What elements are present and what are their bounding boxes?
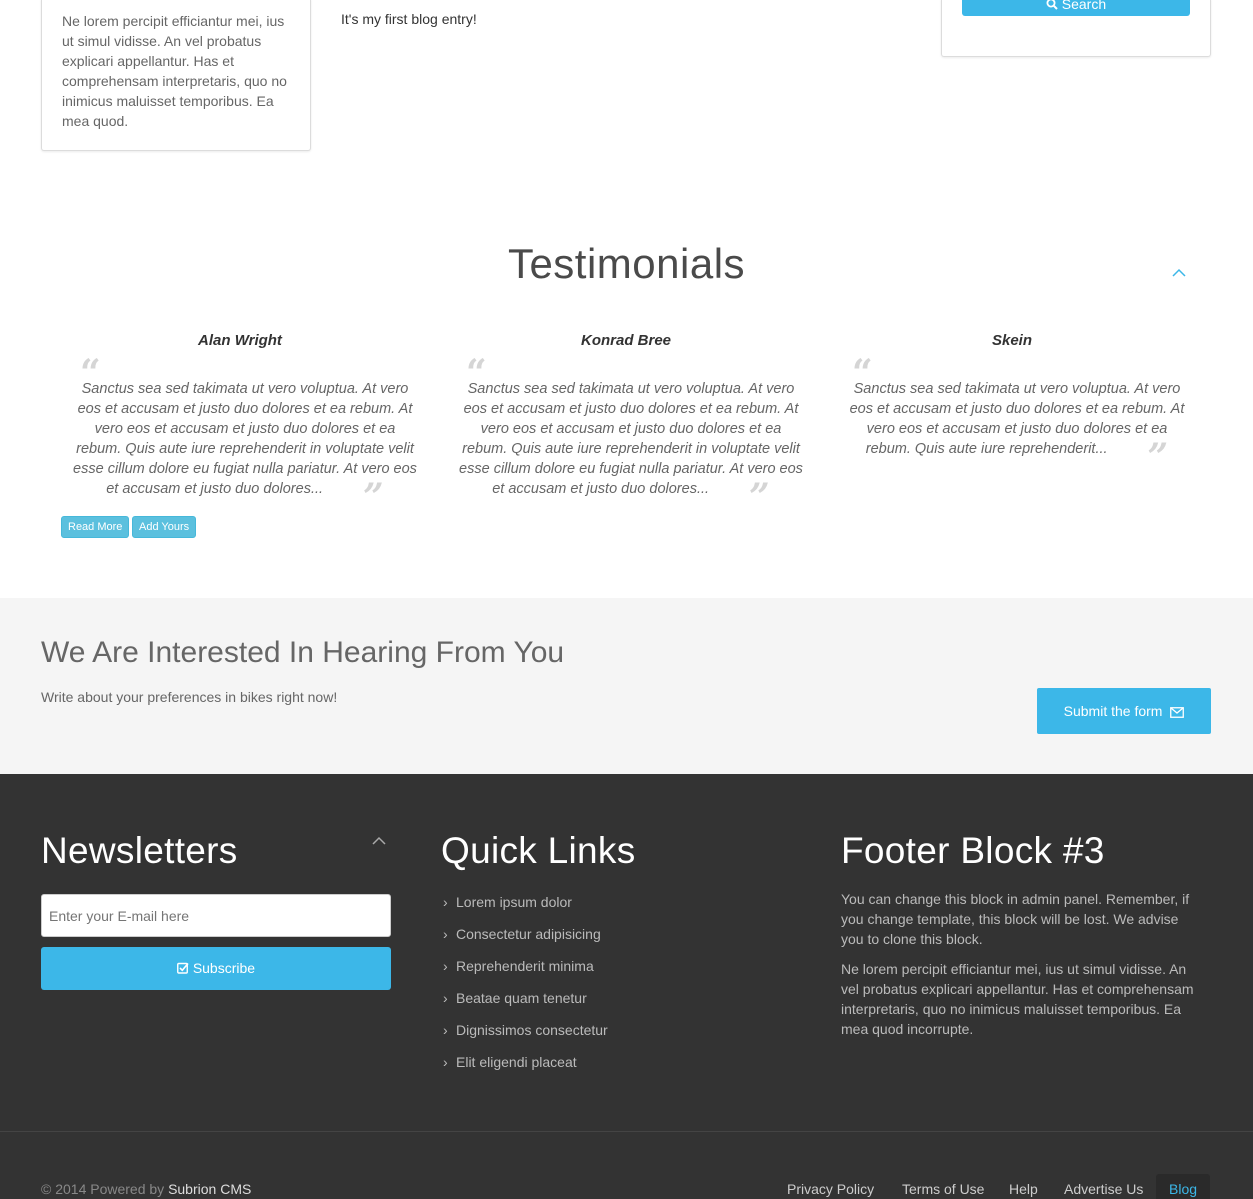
quick-link[interactable]: › Elit eligendi placeat — [443, 1054, 608, 1086]
testimonial-author: Skein — [991, 332, 1033, 349]
footer-divider — [0, 1131, 1253, 1132]
chevron-right-icon: › — [443, 1054, 448, 1070]
quick-link[interactable]: › Lorem ipsum dolor — [443, 894, 608, 926]
quote-open-icon: “ — [80, 352, 101, 394]
envelope-icon — [1170, 707, 1185, 718]
testimonial-card: Konrad Bree “ Sanctus sea sed takimata u… — [448, 332, 804, 518]
read-more-button[interactable]: Read More — [61, 516, 130, 538]
contact-band: We Are Interested In Hearing From You Wr… — [0, 598, 1253, 774]
subrion-cms-link[interactable]: Subrion CMS — [168, 1181, 251, 1197]
chevron-up-icon[interactable] — [1172, 268, 1186, 282]
quick-link[interactable]: › Beatae quam tenetur — [443, 990, 608, 1022]
quick-link[interactable]: › Consectetur adipisicing — [443, 926, 608, 958]
contact-band-subtitle: Write about your preferences in bikes ri… — [41, 689, 338, 705]
chevron-up-icon[interactable] — [372, 836, 386, 850]
footer-block3-p1: You can change this block in admin panel… — [841, 891, 1190, 947]
checkbox-icon — [176, 962, 189, 974]
quick-link[interactable]: › Dignissimos consectetur — [443, 1022, 608, 1054]
chevron-right-icon: › — [443, 958, 448, 974]
intro-text: Ne lorem percipit efficiantur mei, ius u… — [62, 13, 287, 129]
quick-links-list: › Lorem ipsum dolor › Consectetur adipisic… — [443, 894, 608, 1086]
footer: Newsletters Subscribe Quick Links ›Lorem… — [0, 774, 1253, 1199]
testimonial-author: Alan Wright — [198, 332, 282, 349]
testimonial-card: Alan Wright “ Sanctus sea sed takimata u… — [62, 332, 418, 518]
blog-entry-text: It's my first blog entry! — [341, 11, 477, 27]
footer-block3-title: Footer Block #3 — [841, 830, 1105, 871]
search-icon — [1046, 0, 1058, 10]
chevron-right-icon: › — [443, 926, 448, 942]
chevron-right-icon: › — [443, 1022, 448, 1038]
subscribe-button[interactable]: Subscribe — [41, 947, 391, 990]
email-field[interactable] — [41, 894, 391, 937]
footer-nav-blog[interactable]: Blog — [1156, 1174, 1211, 1199]
testimonial-text: Sanctus sea sed takimata ut vero voluptu… — [459, 381, 803, 518]
quick-link[interactable]: › Reprehenderit minima — [443, 958, 608, 990]
footer-nav-terms[interactable]: Terms of Use — [902, 1174, 984, 1199]
footer-block3-p2: Ne lorem percipit efficiantur mei, ius u… — [841, 961, 1194, 1037]
footer-block3-body: You can change this block in admin panel… — [841, 889, 1201, 1049]
testimonial-text: Sanctus sea sed takimata ut vero voluptu… — [849, 381, 1185, 478]
search-button[interactable]: Search — [962, 0, 1190, 16]
testimonial-card: Skein “ Sanctus sea sed takimata ut vero… — [834, 332, 1190, 478]
submit-form-label: Submit the form — [1063, 703, 1163, 719]
copyright: © 2014 Powered by Subrion CMS — [41, 1181, 252, 1197]
quote-close-icon: ” — [1147, 436, 1169, 478]
contact-band-title: We Are Interested In Hearing From You — [41, 636, 565, 669]
testimonial-author: Konrad Bree — [580, 332, 672, 349]
search-box: Search — [941, 0, 1211, 57]
footer-nav-help[interactable]: Help — [1009, 1174, 1038, 1199]
newsletters-title: Newsletters — [41, 830, 238, 871]
quick-links-title: Quick Links — [441, 830, 636, 871]
footer-nav-advertise[interactable]: Advertise Us — [1064, 1174, 1143, 1199]
intro-box: Ne lorem percipit efficiantur mei, ius u… — [41, 0, 311, 151]
search-button-label: Search — [1061, 0, 1107, 12]
subscribe-label: Subscribe — [192, 960, 256, 976]
quote-open-icon: “ — [466, 352, 487, 394]
add-yours-button[interactable]: Add Yours — [132, 516, 197, 538]
quote-open-icon: “ — [852, 352, 873, 394]
chevron-right-icon: › — [443, 894, 448, 910]
chevron-right-icon: › — [443, 990, 448, 1006]
quote-close-icon: ” — [749, 476, 770, 518]
footer-nav-privacy[interactable]: Privacy Policy — [787, 1174, 874, 1199]
testimonials-title: Testimonials — [507, 240, 746, 287]
testimonial-text: Sanctus sea sed takimata ut vero voluptu… — [73, 381, 417, 518]
quote-close-icon: ” — [363, 476, 384, 518]
submit-form-button[interactable]: Submit the form — [1037, 688, 1211, 734]
